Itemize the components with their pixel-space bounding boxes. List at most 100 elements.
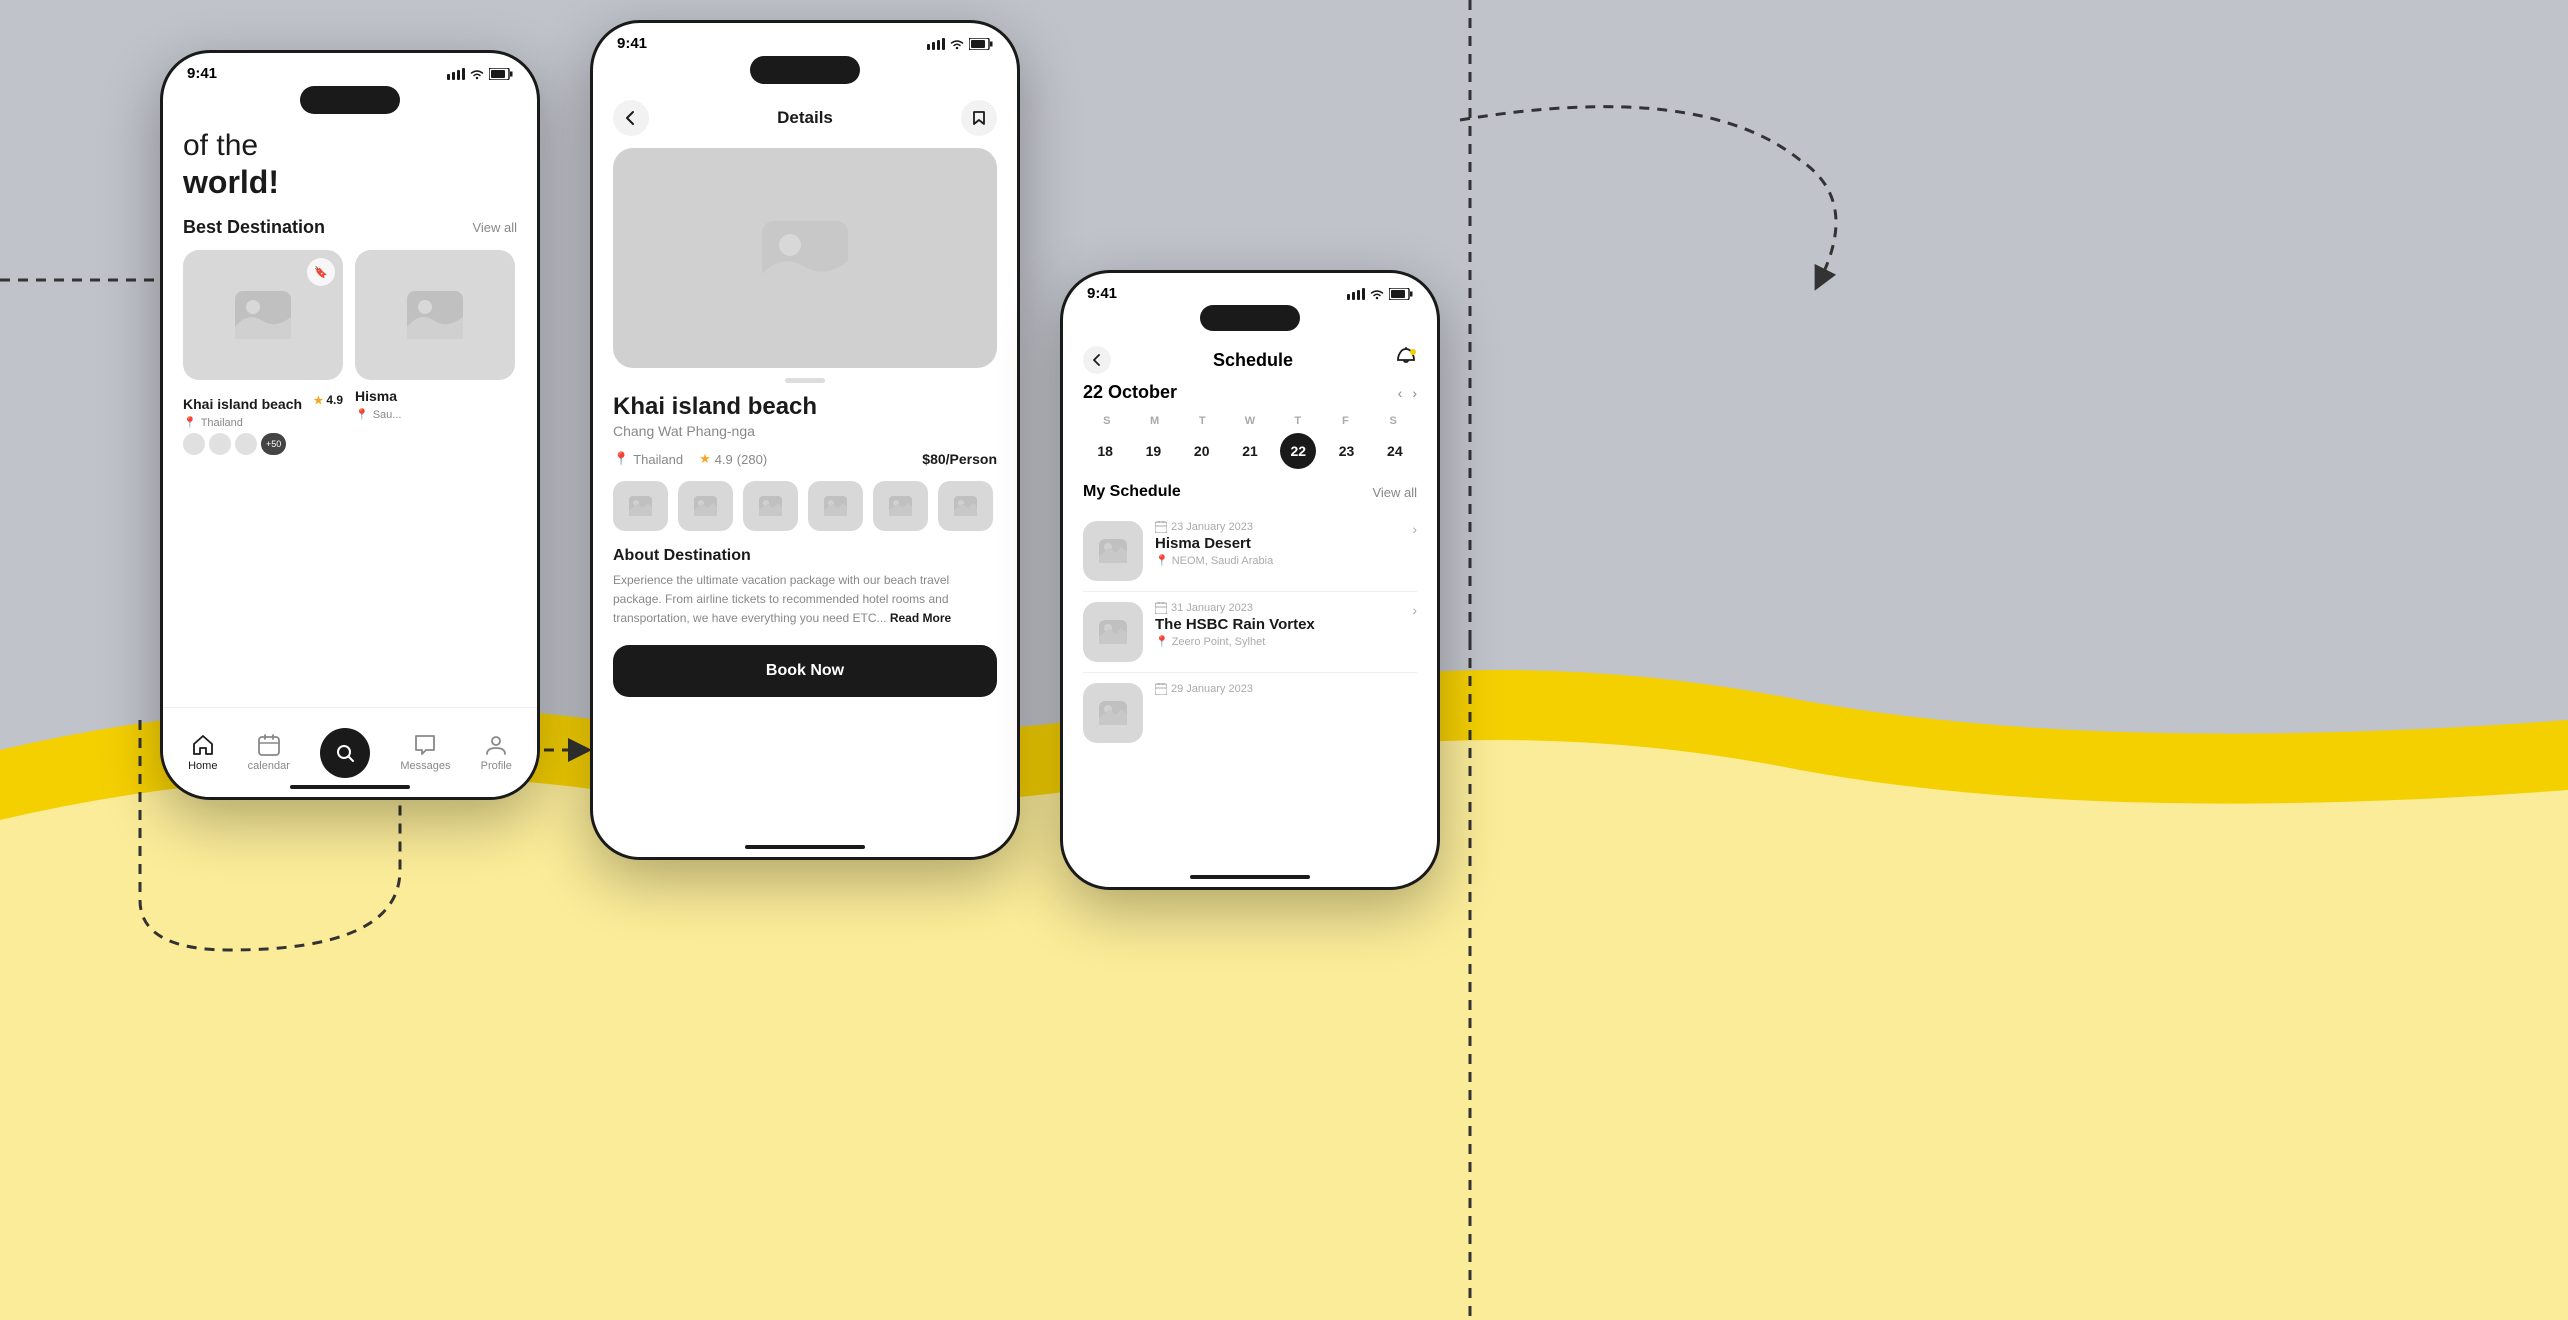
schedule-item-3[interactable]: 29 January 2023	[1063, 673, 1437, 753]
my-schedule-header: My Schedule View all	[1063, 469, 1437, 511]
schedule-item-1[interactable]: 23 January 2023 Hisma Desert 📍 NEOM, Sau…	[1063, 511, 1437, 591]
sched-name-1: Hisma Desert	[1155, 535, 1400, 552]
dest-main-name: Khai island beach	[613, 393, 997, 421]
tag-bubble-3	[235, 433, 257, 455]
hisma-meta: 📍 Sau...	[355, 408, 515, 421]
page-hero-text: of the world!	[163, 118, 537, 201]
my-schedule-title: My Schedule	[1083, 483, 1181, 501]
thumb-6[interactable]	[938, 481, 993, 531]
dest-card-khai[interactable]: 🔖 Khai island beach ★ 4.9 📍 Thailand	[183, 250, 343, 455]
phone-right: 9:41	[1060, 270, 1440, 890]
khai-card-name: Khai island beach	[183, 396, 302, 412]
nav-messages[interactable]: Messages	[400, 734, 450, 772]
thumb-2[interactable]	[678, 481, 733, 531]
pin-icon-center: 📍	[613, 451, 629, 467]
nav-calendar[interactable]: calendar	[248, 734, 290, 772]
wifi-icon-center	[949, 38, 965, 50]
cal-date-20[interactable]: 20	[1184, 433, 1220, 469]
status-icons-left	[447, 68, 513, 80]
status-bar-right: 9:41	[1063, 273, 1437, 302]
sched-location-2: 📍 Zeero Point, Sylhet	[1155, 635, 1400, 648]
drag-handle-center	[785, 378, 825, 383]
nav-search[interactable]	[320, 728, 370, 778]
search-btn[interactable]	[320, 728, 370, 778]
sched-thumb-2	[1083, 602, 1143, 662]
thumb-4[interactable]	[808, 481, 863, 531]
notch-right	[1200, 305, 1300, 331]
cal-date-21[interactable]: 21	[1232, 433, 1268, 469]
details-title: Details	[777, 108, 833, 128]
cal-date-19[interactable]: 19	[1135, 433, 1171, 469]
cal-month-row: 22 October ‹ ›	[1083, 382, 1417, 403]
dest-card-hisma-img	[355, 250, 515, 380]
sched-name-2: The HSBC Rain Vortex	[1155, 616, 1400, 633]
thumb-5[interactable]	[873, 481, 928, 531]
destination-cards: 🔖 Khai island beach ★ 4.9 📍 Thailand	[163, 250, 537, 455]
schedule-back[interactable]	[1083, 346, 1111, 374]
cal-nav: ‹ ›	[1398, 385, 1417, 401]
book-now-button[interactable]: Book Now	[613, 645, 997, 697]
khai-rating: ★ 4.9	[313, 393, 343, 407]
bell-icon-container[interactable]	[1395, 347, 1417, 374]
bookmark-icon-details	[971, 110, 987, 126]
phone-center: 9:41	[590, 20, 1020, 860]
best-dest-header: Best Destination View all	[163, 217, 537, 238]
back-arrow-icon	[623, 110, 639, 126]
signal-icon-center	[927, 38, 945, 50]
schedule-view-all[interactable]: View all	[1372, 485, 1417, 500]
cal-days-header: S M T W T F S	[1083, 415, 1417, 427]
sched-info-1: 23 January 2023 Hisma Desert 📍 NEOM, Sau…	[1155, 521, 1400, 567]
cal-prev[interactable]: ‹	[1398, 385, 1403, 401]
cal-date-24[interactable]: 24	[1377, 433, 1413, 469]
schedule-item-2[interactable]: 31 January 2023 The HSBC Rain Vortex 📍 Z…	[1063, 592, 1437, 672]
time-center: 9:41	[617, 35, 647, 52]
sched-chevron-1: ›	[1412, 521, 1417, 537]
battery-icon-center	[969, 38, 993, 50]
dest-card-hisma[interactable]: Hisma 📍 Sau...	[355, 250, 515, 455]
nav-calendar-label: calendar	[248, 760, 290, 772]
best-dest-view-all[interactable]: View all	[472, 220, 517, 235]
star-icon-center: ★	[699, 451, 711, 467]
cal-date-22[interactable]: 22	[1280, 433, 1316, 469]
thumb-3[interactable]	[743, 481, 798, 531]
khai-meta: 📍 Thailand	[183, 416, 343, 429]
wifi-icon-right	[1369, 288, 1385, 300]
home-indicator-left	[290, 785, 410, 789]
nav-profile[interactable]: Profile	[481, 734, 512, 772]
thumb-1[interactable]	[613, 481, 668, 531]
wifi-icon-left	[469, 68, 485, 80]
sched-location-1: 📍 NEOM, Saudi Arabia	[1155, 554, 1400, 567]
time-right: 9:41	[1087, 285, 1117, 302]
thumb-icon-6	[953, 495, 978, 517]
sched-img-icon-1	[1098, 538, 1128, 564]
sched-info-3: 29 January 2023	[1155, 683, 1417, 695]
bookmark-details[interactable]	[961, 100, 997, 136]
dest-card-khai-img: 🔖	[183, 250, 343, 380]
dest-location-info: 📍 Thailand	[613, 451, 683, 467]
day-w: W	[1226, 415, 1274, 427]
nav-profile-label: Profile	[481, 760, 512, 772]
dest-card-hisma-placeholder	[405, 289, 465, 341]
thumb-icon-1	[628, 495, 653, 517]
cal-month: 22 October	[1083, 382, 1177, 403]
dest-sub-name: Chang Wat Phang-nga	[613, 423, 997, 439]
messages-icon	[414, 734, 436, 756]
calendar-section: 22 October ‹ › S M T W T F S 18 19 20 21	[1063, 382, 1437, 469]
bookmark-khai[interactable]: 🔖	[307, 258, 335, 286]
cal-icon-2	[1155, 602, 1167, 614]
time-left: 9:41	[187, 65, 217, 82]
cal-date-18[interactable]: 18	[1087, 433, 1123, 469]
status-icons-right	[1347, 288, 1413, 300]
dest-info-row: 📍 Thailand ★ 4.9 (280) $80/Person	[613, 451, 997, 467]
cal-icon-1	[1155, 521, 1167, 533]
tag-more: +50	[261, 433, 286, 455]
about-section: About Destination Experience the ultimat…	[613, 547, 997, 629]
cal-date-23[interactable]: 23	[1329, 433, 1365, 469]
cal-next[interactable]: ›	[1412, 385, 1417, 401]
sched-img-icon-2	[1098, 619, 1128, 645]
back-button[interactable]	[613, 100, 649, 136]
home-indicator-center	[745, 845, 865, 849]
read-more-link[interactable]: Read More	[890, 611, 951, 625]
nav-home[interactable]: Home	[188, 734, 217, 772]
pin-icon-khai: 📍	[183, 416, 197, 429]
